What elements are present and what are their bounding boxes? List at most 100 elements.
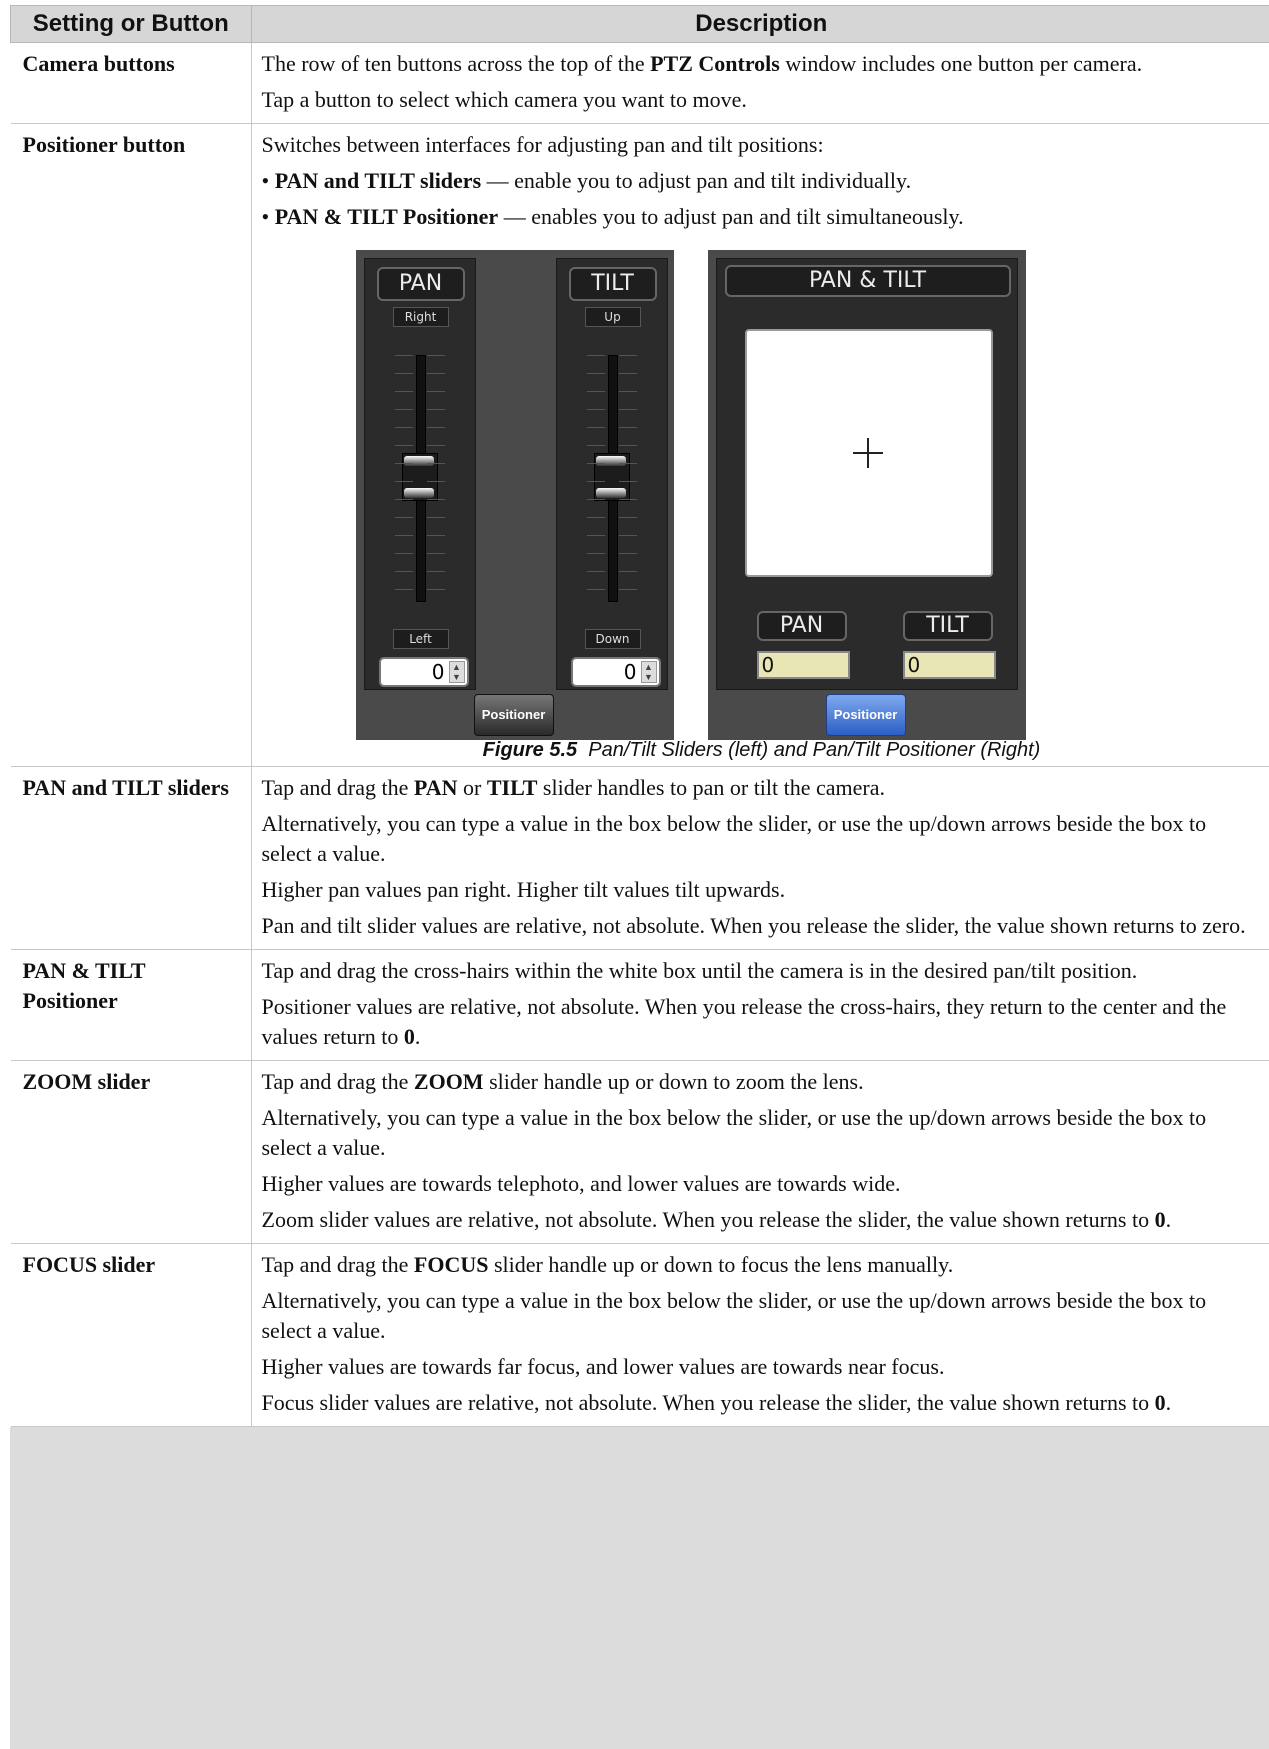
bold-text: PTZ Controls (650, 51, 780, 76)
pan-spinner-icon[interactable]: ▲ ▼ (448, 661, 465, 683)
bold-text: PAN and TILT sliders (274, 168, 482, 193)
text: . (414, 1024, 421, 1049)
slider-tick (586, 427, 605, 428)
table-row: PAN & TILT Positioner Tap and drag the c… (10, 949, 1269, 1061)
description-cell: Tap and drag the PAN or TILT slider hand… (250, 766, 1269, 950)
slider-tick (586, 553, 605, 554)
slider-tick (618, 373, 637, 374)
slider-tick (618, 391, 637, 392)
setting-name: PAN & TILT Positioner (10, 949, 252, 1061)
slider-tick (426, 535, 445, 536)
slider-tick (618, 445, 637, 446)
text: Tap and drag the (261, 1252, 414, 1277)
text: window includes one button per camera. (779, 51, 1143, 76)
slider-tick (586, 517, 605, 518)
table-row: FOCUS slider Tap and drag the FOCUS slid… (10, 1243, 1269, 1427)
bullet-item: • PAN & TILT Positioner — enables you to… (262, 202, 1262, 232)
positioner-button[interactable]: Positioner (473, 694, 554, 736)
text: — enables you to adjust pan and tilt sim… (498, 204, 964, 229)
positioner-box[interactable] (744, 329, 993, 577)
table-row: Camera buttons The row of ten buttons ac… (10, 42, 1269, 124)
slider-tick (586, 535, 605, 536)
slider-tick (586, 391, 605, 392)
slider-tick (618, 571, 637, 572)
slider-tick (426, 409, 445, 410)
description-cell: Tap and drag the ZOOM slider handle up o… (250, 1060, 1269, 1244)
header-setting: Setting or Button (10, 5, 252, 43)
crosshair-icon[interactable] (866, 438, 869, 468)
slider-tick (426, 355, 445, 356)
tilt-slider-handle[interactable] (593, 453, 630, 501)
slider-tick (394, 589, 413, 590)
paragraph: The row of ten buttons across the top of… (262, 49, 1262, 79)
text: slider handle up or down to focus the le… (488, 1252, 954, 1277)
slider-tick (426, 481, 445, 482)
slider-tick (618, 463, 637, 464)
bullet-item: • PAN and TILT sliders — enable you to a… (262, 166, 1262, 196)
slider-tick (394, 427, 413, 428)
slider-tick (426, 589, 445, 590)
slider-tick (586, 409, 605, 410)
setting-name: PAN and TILT sliders (10, 766, 252, 950)
positioner-tilt-field[interactable]: 0 (902, 651, 996, 679)
text: slider handles to pan or tilt the camera… (537, 775, 886, 800)
paragraph: Pan and tilt slider values are relative,… (261, 913, 1246, 938)
paragraph: Alternatively, you can type a value in t… (261, 1105, 1207, 1160)
bold-text: PAN (413, 775, 458, 800)
tilt-spinner-icon[interactable]: ▲ ▼ (640, 661, 657, 683)
slider-tick (618, 481, 637, 482)
paragraph: Tap and drag the cross-hairs within the … (261, 958, 1138, 983)
slider-tick (586, 445, 605, 446)
slider-tick (618, 589, 637, 590)
pan-left-tag: Left (392, 629, 449, 649)
paragraph: Tap a button to select which camera you … (261, 87, 747, 112)
setting-name: ZOOM slider (10, 1060, 252, 1244)
bold-text: 0 (1154, 1390, 1166, 1415)
paragraph: Tap and drag the FOCUS slider handle up … (262, 1250, 1262, 1280)
slider-tick (394, 499, 413, 500)
paragraph: Alternatively, you can type a value in t… (261, 1288, 1207, 1343)
slider-tick (426, 571, 445, 572)
text: slider handle up or down to zoom the len… (483, 1069, 864, 1094)
slider-tick (618, 355, 637, 356)
table-row: ZOOM slider Tap and drag the ZOOM slider… (10, 1060, 1269, 1244)
pan-slider-handle[interactable] (401, 453, 438, 501)
slider-tick (394, 373, 413, 374)
description-cell: Tap and drag the FOCUS slider handle up … (250, 1243, 1269, 1427)
slider-tick (426, 427, 445, 428)
slider-tick (586, 355, 605, 356)
slider-tick (586, 481, 605, 482)
table-row: Positioner button Switches between inter… (10, 123, 1269, 767)
paragraph: Zoom slider values are relative, not abs… (262, 1205, 1262, 1235)
caption-number: Figure 5.5 (482, 739, 578, 761)
slider-tick (394, 355, 413, 356)
bold-text: PAN & TILT Positioner (274, 204, 499, 229)
positioner-pan-field[interactable]: 0 (756, 651, 850, 679)
tilt-value-field[interactable]: 0 ▲ ▼ (570, 657, 661, 687)
setting-name: Camera buttons (10, 42, 252, 124)
slider-tick (618, 499, 637, 500)
slider-tick (586, 499, 605, 500)
paragraph: Switches between interfaces for adjustin… (261, 132, 824, 157)
paragraph: Higher pan values pan right. Higher tilt… (261, 877, 786, 902)
slider-tick (618, 517, 637, 518)
paragraph: Alternatively, you can type a value in t… (261, 811, 1207, 866)
sliders-panel: PAN Right Left 0 ▲ ▼ TILT Up Down 0 ▲ ▼ … (355, 250, 674, 740)
bullet: • (261, 204, 275, 229)
positioner-panel: PAN & TILT PAN TILT 0 0 Positioner (707, 250, 1026, 740)
caption-text: Pan/Tilt Sliders (left) and Pan/Tilt Pos… (588, 739, 1041, 761)
table-header-row: Setting or Button Description (10, 5, 1269, 43)
text: Zoom slider values are relative, not abs… (261, 1207, 1155, 1232)
tilt-down-tag: Down (584, 629, 641, 649)
slider-tick (618, 409, 637, 410)
tilt-up-tag: Up (584, 307, 641, 327)
slider-tick (394, 409, 413, 410)
paragraph: Focus slider values are relative, not ab… (262, 1388, 1262, 1418)
positioner-button-active[interactable]: Positioner (825, 694, 906, 736)
pan-value-field[interactable]: 0 ▲ ▼ (378, 657, 469, 687)
header-description: Description (250, 5, 1269, 43)
text: Tap and drag the (261, 775, 414, 800)
text: Tap and drag the (261, 1069, 414, 1094)
description-cell: Switches between interfaces for adjustin… (250, 123, 1269, 767)
tilt-slider-column: TILT Up Down 0 ▲ ▼ (555, 258, 668, 690)
